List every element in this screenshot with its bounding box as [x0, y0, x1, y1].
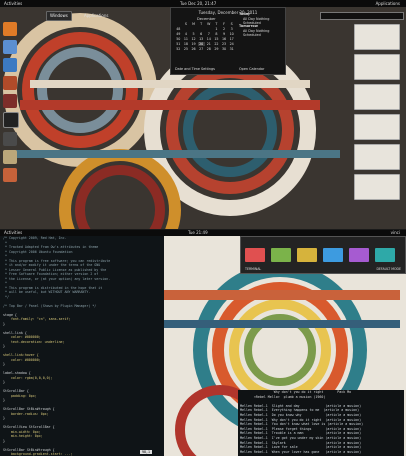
- calendar-week-number: 49: [176, 32, 181, 36]
- calendar-day[interactable]: 20: [197, 42, 205, 46]
- workspace-thumbnails: [352, 24, 400, 204]
- mail-icon[interactable]: [3, 40, 17, 54]
- calendar-day[interactable]: [198, 27, 205, 31]
- tomorrow-event: All Day Nothing Scheduled: [243, 29, 270, 37]
- chat-window[interactable]: Why don't you do it right Pack Mo <Rebel…: [238, 390, 404, 456]
- panel-label-left: TERMINAL: [245, 267, 262, 271]
- player-icon[interactable]: [3, 94, 17, 108]
- open-calendar-link[interactable]: Open Calendar: [239, 67, 264, 71]
- terminal-window[interactable]: /* Copyright 2009, Red Hat, Inc. * * Tra…: [0, 236, 164, 456]
- search-input[interactable]: [320, 12, 404, 20]
- calendar-day[interactable]: [190, 27, 197, 31]
- calendar-day[interactable]: 25: [183, 47, 190, 51]
- calendar-day[interactable]: 29: [213, 47, 220, 51]
- activities-button[interactable]: Activities: [4, 0, 22, 7]
- calendar-day[interactable]: 16: [221, 37, 228, 41]
- dash-dock: [2, 22, 20, 186]
- calendar-day[interactable]: 2: [221, 27, 228, 31]
- chat-line: Mellen Rebel-1 When your lover has gone …: [240, 449, 362, 454]
- calendar-day[interactable]: 31: [228, 47, 235, 51]
- calendar-date: Tuesday, December 20, 2011: [198, 10, 258, 15]
- cursor-position: 98,1: [140, 449, 152, 454]
- today-title: Today: [239, 12, 251, 16]
- calendar-day[interactable]: 11: [183, 37, 190, 41]
- calendar-weekday: S: [230, 22, 233, 26]
- calendar-day[interactable]: 5: [190, 32, 197, 36]
- tomorrow-title: Tomorrow: [239, 24, 258, 28]
- calendar-day[interactable]: 19: [190, 42, 197, 46]
- calendar-week-number: 50: [176, 37, 181, 41]
- clock-button-2[interactable]: Tue 21:49: [188, 230, 208, 236]
- workspace-thumb[interactable]: [354, 24, 400, 50]
- calendar-day[interactable]: 27: [198, 47, 205, 51]
- windows-tab[interactable]: Windows: [46, 11, 72, 21]
- color-tiles: [245, 248, 395, 262]
- datetime-settings-link[interactable]: Date and Time Settings: [175, 67, 215, 71]
- applications-tab[interactable]: Applications: [84, 13, 108, 18]
- software-icon[interactable]: [3, 168, 17, 182]
- calendar-weekday: F: [223, 22, 226, 26]
- calendar-day[interactable]: 7: [206, 32, 213, 36]
- workspace-thumb[interactable]: [354, 84, 400, 110]
- archive-icon[interactable]: [3, 150, 17, 164]
- calendar-day[interactable]: 15: [213, 37, 220, 41]
- window-preview-tile[interactable]: [297, 248, 317, 262]
- calendar-day[interactable]: 23: [221, 42, 228, 46]
- workspace-thumb[interactable]: [354, 144, 400, 170]
- calendar-grid: S M T W T F S 48 1 2 3 49 4 5 6 7 8 9 10 50 11 12 13 14 15 16 17 51…: [175, 22, 235, 51]
- window-preview-tile[interactable]: [245, 248, 265, 262]
- calendar-week-number: 51: [176, 42, 181, 46]
- settings-icon[interactable]: [3, 132, 17, 146]
- calendar-day[interactable]: [206, 27, 213, 31]
- user-menu[interactable]: Applications: [376, 0, 400, 7]
- calendar-day[interactable]: 4: [183, 32, 190, 36]
- workspace-thumb[interactable]: [354, 174, 400, 200]
- calendar-day[interactable]: 8: [213, 32, 220, 36]
- calendar-day[interactable]: 24: [228, 42, 235, 46]
- workspace-thumb[interactable]: [354, 114, 400, 140]
- calendar-day[interactable]: [183, 27, 190, 31]
- calendar-day[interactable]: 10: [228, 32, 235, 36]
- calendar-weekday: T: [215, 22, 218, 26]
- calendar-weekday: T: [200, 22, 203, 26]
- calendar-week-number: 52: [176, 47, 181, 51]
- calendar-weekday: W: [207, 22, 211, 26]
- calendar-weekday: M: [192, 22, 195, 26]
- calendar-day[interactable]: 6: [198, 32, 205, 36]
- clock-button[interactable]: Tue Dec 20, 21:47: [180, 0, 216, 7]
- terminal-content: /* Copyright 2009, Red Hat, Inc. * * Tra…: [0, 236, 164, 456]
- window-preview-tile[interactable]: [271, 248, 291, 262]
- firefox-icon[interactable]: [3, 22, 17, 36]
- calendar-day[interactable]: 1: [213, 27, 220, 31]
- calendar-day[interactable]: 28: [206, 47, 213, 51]
- calendar-weekday: S: [184, 22, 187, 26]
- calendar-week-number: 48: [176, 27, 181, 31]
- calendar-day[interactable]: 14: [206, 37, 213, 41]
- panel-label-right: DEFAULT MODE: [376, 267, 401, 271]
- calendar-day[interactable]: 26: [190, 47, 197, 51]
- calendar-popup: Tuesday, December 20, 2011 December SMTW…: [170, 7, 286, 75]
- calendar-day[interactable]: 18: [183, 42, 190, 46]
- switcher-panel: TERMINAL DEFAULT MODE: [240, 236, 406, 274]
- screenshot-overview: Activities Tue Dec 20, 21:47 Application…: [0, 0, 406, 229]
- calendar-day[interactable]: 17: [228, 37, 235, 41]
- workspace-thumb[interactable]: [354, 54, 400, 80]
- calendar-day[interactable]: 22: [213, 42, 220, 46]
- calendar-weekday: [175, 22, 182, 26]
- calendar-day[interactable]: 12: [190, 37, 197, 41]
- window-preview-tile[interactable]: [375, 248, 395, 262]
- calendar-day[interactable]: 21: [206, 42, 213, 46]
- media-icon[interactable]: [3, 76, 17, 90]
- window-preview-tile[interactable]: [349, 248, 369, 262]
- window-preview-tile[interactable]: [323, 248, 343, 262]
- document-icon[interactable]: [3, 58, 17, 72]
- calendar-day[interactable]: 13: [198, 37, 205, 41]
- calendar-day[interactable]: 9: [221, 32, 228, 36]
- calendar-day[interactable]: 30: [221, 47, 228, 51]
- chat-content: Why don't you do it right Pack Mo <Rebel…: [238, 390, 404, 454]
- calendar-day[interactable]: 3: [228, 27, 235, 31]
- top-bar: Activities Tue Dec 20, 21:47 Application…: [0, 0, 406, 7]
- terminal-icon[interactable]: [3, 112, 19, 128]
